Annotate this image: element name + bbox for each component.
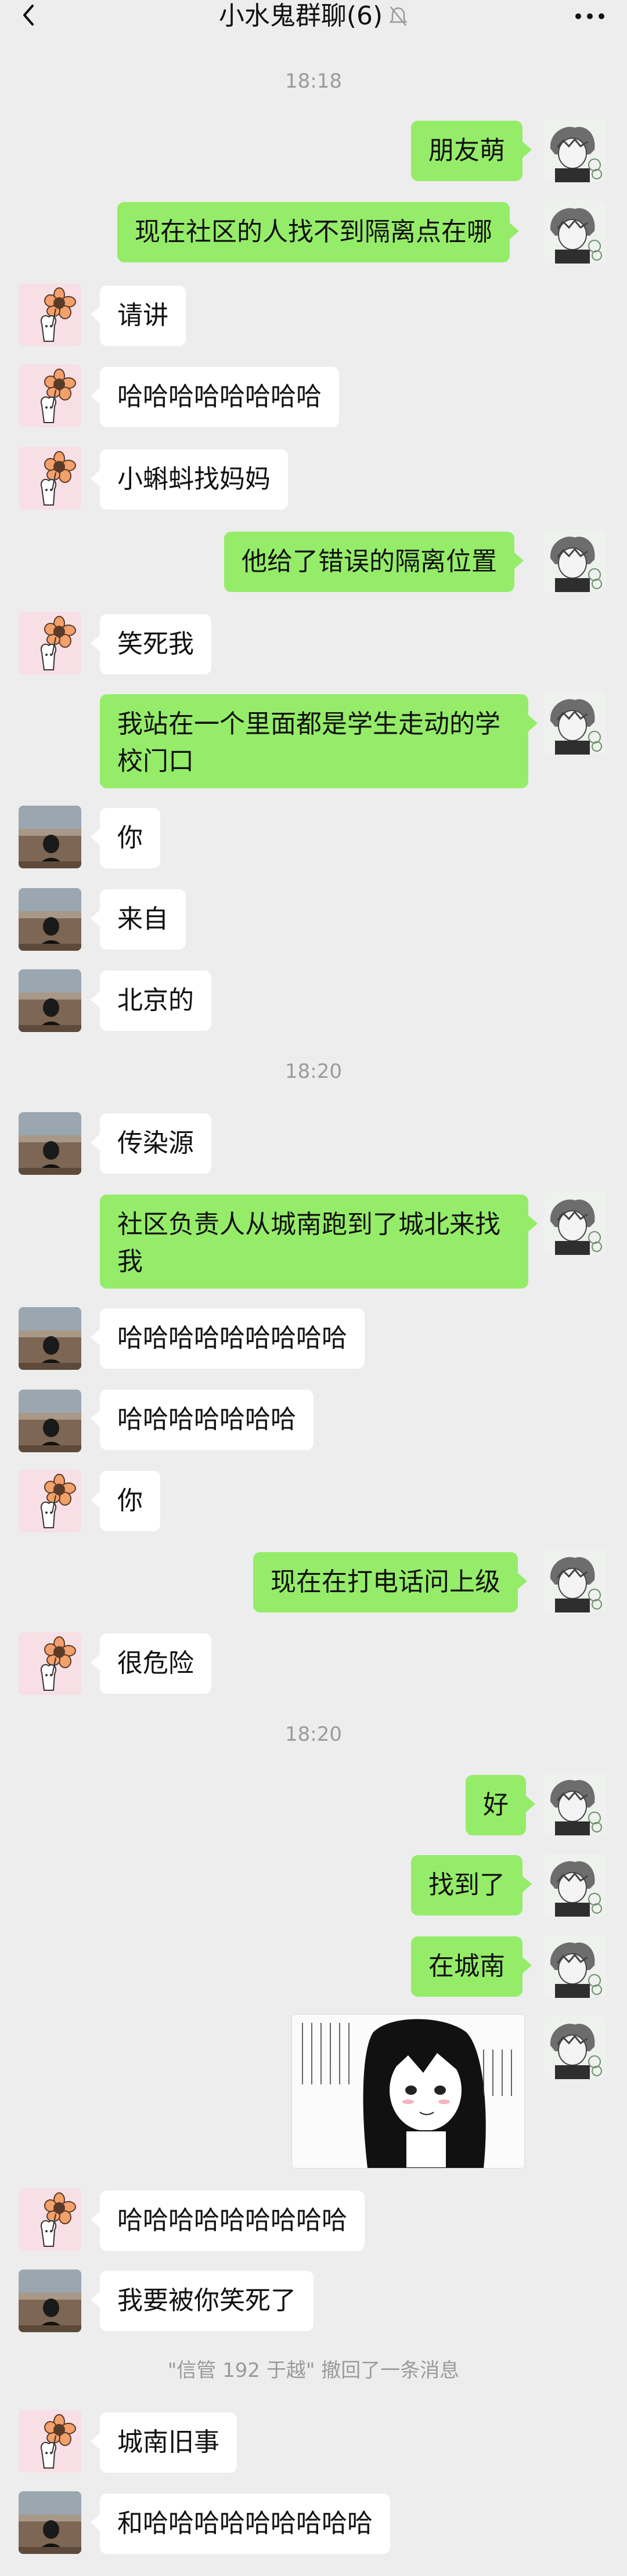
message-bubble-left[interactable]: 哈哈哈哈哈哈哈哈 <box>91 367 339 427</box>
flower-avatar[interactable] <box>19 1470 81 1532</box>
chat-title: 小水鬼群聊(6) <box>218 1 383 31</box>
message-bubble-left[interactable]: 你 <box>91 808 160 868</box>
flower-avatar[interactable] <box>19 2410 81 2473</box>
message-bubble-left[interactable]: 来自 <box>91 889 186 950</box>
flower-avatar[interactable] <box>19 365 81 427</box>
flower-avatar[interactable] <box>19 2188 81 2251</box>
photo-avatar[interactable] <box>19 1112 81 1175</box>
message-bubble-right[interactable]: 社区负责人从城南跑到了城北来找我 <box>100 1195 538 1289</box>
message-bubble-left[interactable]: 北京的 <box>91 970 211 1031</box>
timestamp: 18:20 <box>285 1723 342 1746</box>
message-bubble-left[interactable]: 你 <box>91 1471 160 1531</box>
photo-avatar[interactable] <box>19 2491 81 2554</box>
message-bubble-left[interactable]: 很危险 <box>91 1633 211 1694</box>
photo-avatar[interactable] <box>19 969 81 1032</box>
flower-avatar[interactable] <box>19 1632 81 1695</box>
message-bubble-left[interactable]: 哈哈哈哈哈哈哈哈哈 <box>91 1308 365 1369</box>
message-bubble-right[interactable]: 现在社区的人找不到隔离点在哪 <box>117 202 519 262</box>
anime-avatar[interactable] <box>543 1550 606 1612</box>
message-bubble-right[interactable]: 朋友萌 <box>411 121 532 181</box>
photo-avatar[interactable] <box>19 1390 81 1452</box>
message-bubble-left[interactable]: 小蝌蚪找妈妈 <box>91 449 288 510</box>
photo-avatar[interactable] <box>19 1307 81 1370</box>
message-bubble-right[interactable]: 我站在一个里面都是学生走动的学校门口 <box>100 694 538 788</box>
flower-avatar[interactable] <box>19 612 81 674</box>
photo-avatar[interactable] <box>19 888 81 951</box>
timestamp: 18:20 <box>285 1060 342 1083</box>
message-bubble-right[interactable]: 找到了 <box>411 1855 532 1915</box>
more-dots-icon[interactable] <box>574 12 606 21</box>
anime-avatar[interactable] <box>543 1854 606 1917</box>
sticker-drawing <box>292 2015 524 2168</box>
mute-bell-icon <box>389 6 408 26</box>
anime-avatar[interactable] <box>543 1773 606 1835</box>
anime-avatar[interactable] <box>543 2016 606 2079</box>
anime-avatar[interactable] <box>543 692 606 755</box>
recall-notice: "信管 192 于越" 撤回了一条消息 <box>167 2359 460 2382</box>
message-bubble-left[interactable]: 请讲 <box>91 286 186 346</box>
message-bubble-left[interactable]: 哈哈哈哈哈哈哈哈哈 <box>91 2191 365 2251</box>
anime-avatar[interactable] <box>543 201 606 264</box>
anime-avatar[interactable] <box>543 529 606 592</box>
message-bubble-right[interactable]: 他给了错误的隔离位置 <box>224 532 524 592</box>
message-bubble-right[interactable]: 在城南 <box>411 1936 532 1997</box>
photo-avatar[interactable] <box>19 2270 81 2332</box>
message-bubble-left[interactable]: 笑死我 <box>91 614 211 674</box>
message-bubble-right[interactable]: 好 <box>466 1775 535 1835</box>
message-bubble-right[interactable]: 现在在打电话问上级 <box>253 1552 527 1612</box>
timestamp: 18:18 <box>285 70 342 93</box>
photo-avatar[interactable] <box>19 806 81 868</box>
chat-header: 小水鬼群聊(6) <box>0 0 627 33</box>
anime-avatar[interactable] <box>543 1192 606 1255</box>
flower-avatar[interactable] <box>19 283 81 346</box>
message-bubble-left[interactable]: 我要被你笑死了 <box>91 2271 314 2331</box>
message-bubble-left[interactable]: 传染源 <box>91 1113 211 1174</box>
anime-avatar[interactable] <box>543 1935 606 1998</box>
anime-sticker-image[interactable] <box>291 2014 525 2169</box>
message-bubble-left[interactable]: 和哈哈哈哈哈哈哈哈哈 <box>91 2494 390 2554</box>
flower-avatar[interactable] <box>19 447 81 510</box>
anime-avatar[interactable] <box>543 120 606 182</box>
message-bubble-left[interactable]: 哈哈哈哈哈哈哈 <box>91 1390 314 1450</box>
message-bubble-left[interactable]: 城南旧事 <box>91 2412 237 2473</box>
